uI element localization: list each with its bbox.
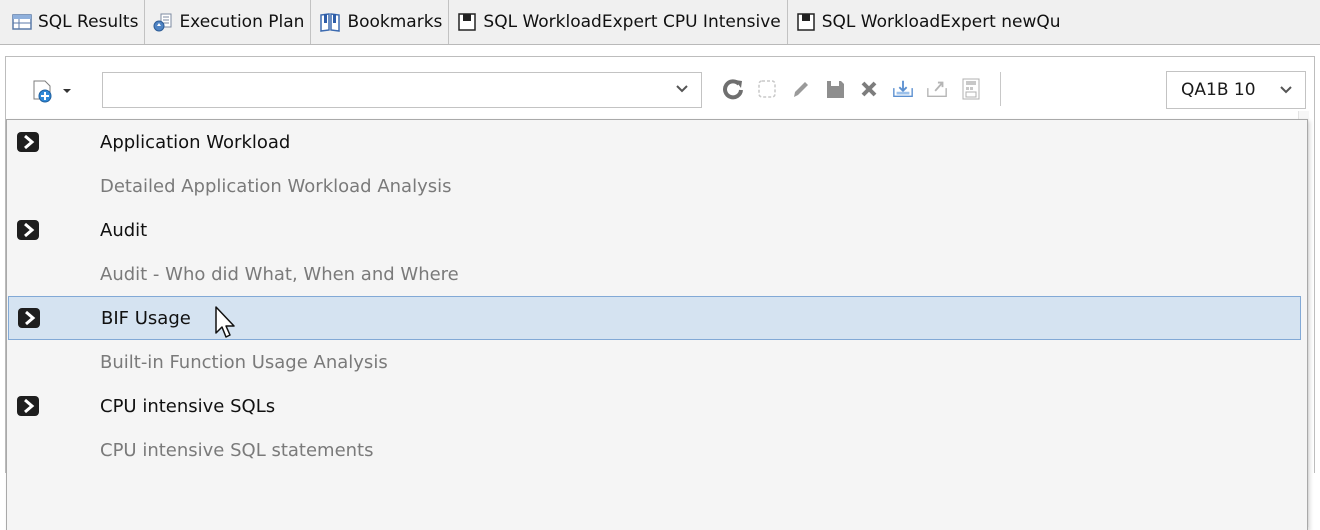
tab-bookmarks[interactable]: Bookmarks: [311, 0, 450, 44]
server-select-value: QA1B 10: [1181, 80, 1256, 100]
export-icon: [927, 81, 947, 98]
chevron-right-icon: [18, 308, 40, 328]
chevron-right-icon: [17, 396, 39, 416]
chevron-right-icon: [17, 220, 39, 240]
window-icon: [796, 13, 815, 31]
toolbar-actions: [722, 72, 1001, 106]
new-query-icon: [33, 80, 52, 103]
delete-button[interactable]: [858, 78, 880, 100]
tab-sql-workloadexpert-cpu-intensive[interactable]: SQL WorkloadExpert CPU Intensive: [449, 0, 788, 44]
tab-label: Bookmarks: [347, 12, 443, 32]
delete-icon: [861, 81, 877, 97]
import-icon: [893, 80, 913, 98]
clear-icon: [758, 80, 776, 98]
toolbar-separator: [1000, 72, 1001, 106]
workload-template-dropdown: Application Workload Detailed Applicatio…: [6, 119, 1308, 530]
list-item-description: Detailed Application Workload Analysis: [100, 175, 452, 197]
list-item-description-row[interactable]: CPU intensive SQL statements: [7, 428, 1307, 472]
list-item-description: CPU intensive SQL statements: [100, 439, 374, 461]
tab-sql-workloadexpert-newqu[interactable]: SQL WorkloadExpert newQu: [788, 0, 1067, 44]
query-combobox[interactable]: [102, 72, 702, 108]
chevron-down-icon: [1280, 86, 1292, 94]
list-item-bif-usage[interactable]: BIF Usage: [8, 296, 1301, 340]
list-item-description-row[interactable]: Audit - Who did What, When and Where: [7, 252, 1307, 296]
tab-label: Execution Plan: [179, 12, 305, 32]
tab-label: SQL Results: [38, 12, 139, 32]
tab-execution-plan[interactable]: Execution Plan: [145, 0, 312, 44]
tab-label: SQL WorkloadExpert CPU Intensive: [483, 12, 781, 32]
sql-calculator-button[interactable]: [960, 78, 982, 100]
chevron-right-icon: [17, 132, 39, 152]
edit-button[interactable]: [790, 78, 812, 100]
list-item-title: Application Workload: [100, 131, 291, 153]
toolbar: QA1B 10: [6, 57, 1314, 111]
tab-sql-results[interactable]: SQL Results: [0, 0, 146, 44]
list-item-description-row[interactable]: Built-in Function Usage Analysis: [7, 340, 1307, 384]
import-button[interactable]: [892, 78, 914, 100]
list-item-description: Audit - Who did What, When and Where: [100, 263, 459, 285]
execution-plan-icon: [153, 13, 172, 32]
refresh-icon: [723, 79, 743, 100]
save-button[interactable]: [824, 78, 846, 100]
new-query-button[interactable]: [32, 77, 87, 105]
export-button[interactable]: [926, 78, 948, 100]
chevron-down-icon: [676, 85, 688, 93]
table-icon: [12, 14, 32, 30]
chevron-down-icon: [63, 89, 71, 93]
list-item-title: Audit: [100, 219, 148, 241]
refresh-button[interactable]: [722, 78, 744, 100]
sql-workload-panel: QA1B 10 Application Workload Detailed Ap…: [5, 56, 1315, 530]
list-item-cpu-intensive-sqls[interactable]: CPU intensive SQLs: [7, 384, 1307, 428]
list-item-title: CPU intensive SQLs: [100, 395, 276, 417]
list-item-description-row[interactable]: Detailed Application Workload Analysis: [7, 164, 1307, 208]
server-select[interactable]: QA1B 10: [1166, 71, 1306, 109]
edit-icon: [794, 82, 808, 97]
list-item-title: BIF Usage: [101, 307, 191, 329]
mouse-pointer-icon: [215, 306, 235, 338]
tab-label: SQL WorkloadExpert newQu: [821, 12, 1061, 32]
save-icon: [827, 81, 844, 98]
window-icon: [458, 13, 477, 31]
sql-calculator-icon: [962, 78, 980, 100]
list-item-description: Built-in Function Usage Analysis: [100, 351, 388, 373]
bookmarks-icon: [320, 13, 341, 32]
list-item-application-workload[interactable]: Application Workload: [7, 120, 1307, 164]
list-item-audit[interactable]: Audit: [7, 208, 1307, 252]
tab-bar: SQL Results Execution Plan Bookmarks SQL…: [0, 0, 1320, 45]
clear-button[interactable]: [756, 78, 778, 100]
